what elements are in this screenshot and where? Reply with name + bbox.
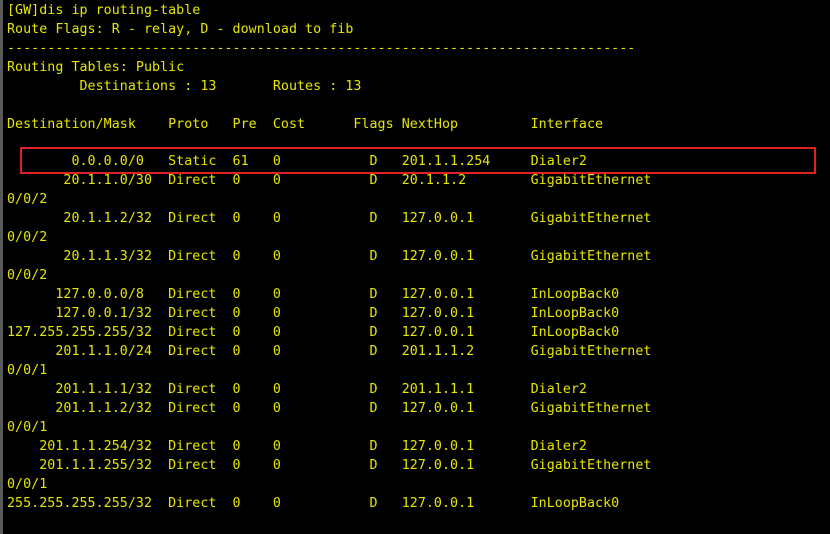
table-row-wrap: 0/0/1: [7, 420, 48, 435]
table-row: 201.1.1.255/32 Direct 0 0 D 127.0.0.1 Gi…: [7, 458, 652, 473]
routing-summary: Destinations : 13 Routes : 13: [7, 79, 362, 94]
table-row: 201.1.1.254/32 Direct 0 0 D 127.0.0.1 Di…: [7, 439, 587, 454]
table-header: Destination/Mask Proto Pre Cost Flags Ne…: [7, 117, 604, 132]
default-route-highlight-box: [20, 147, 816, 174]
table-row: 201.1.1.2/32 Direct 0 0 D 127.0.0.1 Giga…: [7, 401, 652, 416]
table-row-wrap: 0/0/2: [7, 192, 48, 207]
table-row-wrap: 0/0/1: [7, 477, 48, 492]
table-row: 255.255.255.255/32 Direct 0 0 D 127.0.0.…: [7, 496, 620, 511]
route-flags-legend: Route Flags: R - relay, D - download to …: [7, 22, 354, 37]
command-line: [GW]dis ip routing-table: [7, 3, 201, 18]
table-row: 201.1.1.0/24 Direct 0 0 D 201.1.1.2 Giga…: [7, 344, 652, 359]
table-row-wrap: 0/0/2: [7, 230, 48, 245]
terminal-window[interactable]: [GW]dis ip routing-table Route Flags: R …: [0, 0, 830, 534]
table-row: 127.255.255.255/32 Direct 0 0 D 127.0.0.…: [7, 325, 620, 340]
table-row: 20.1.1.3/32 Direct 0 0 D 127.0.0.1 Gigab…: [7, 249, 652, 264]
table-row: 127.0.0.1/32 Direct 0 0 D 127.0.0.1 InLo…: [7, 306, 620, 321]
separator-line: ----------------------------------------…: [7, 41, 636, 56]
table-row: 20.1.1.2/32 Direct 0 0 D 127.0.0.1 Gigab…: [7, 211, 652, 226]
table-row-wrap: 0/0/2: [7, 268, 48, 283]
routing-tables-title: Routing Tables: Public: [7, 60, 185, 75]
table-row: 127.0.0.0/8 Direct 0 0 D 127.0.0.1 InLoo…: [7, 287, 620, 302]
table-row: 201.1.1.1/32 Direct 0 0 D 201.1.1.1 Dial…: [7, 382, 587, 397]
table-row-wrap: 0/0/1: [7, 363, 48, 378]
